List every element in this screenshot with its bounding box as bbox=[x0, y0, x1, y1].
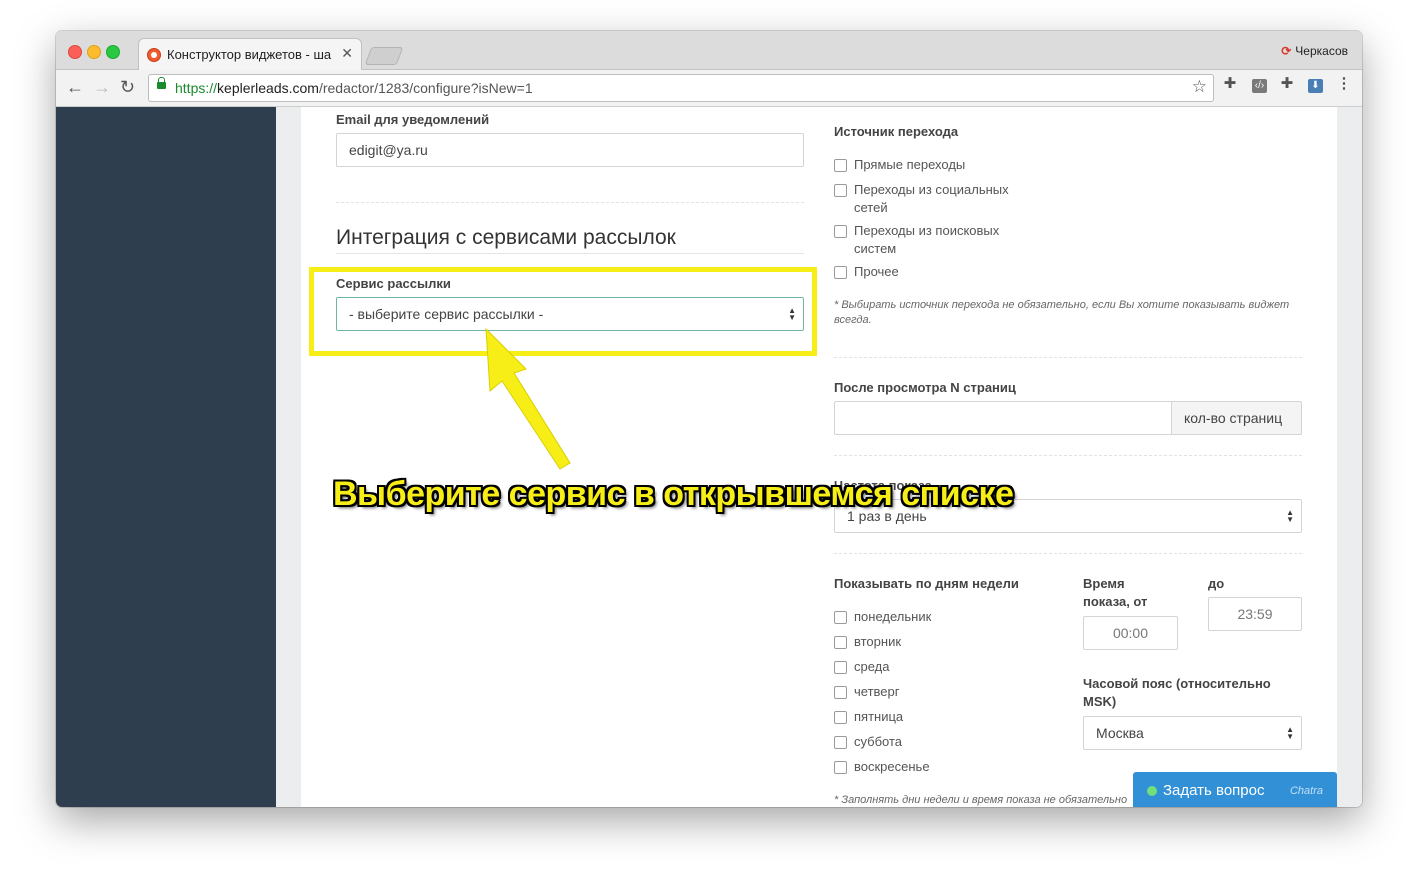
pages-addon: кол-во страниц bbox=[1171, 401, 1302, 435]
select-arrows-icon: ▲ ▼ bbox=[1286, 725, 1294, 741]
checkbox[interactable] bbox=[834, 225, 847, 238]
chat-brand: Chatra bbox=[1289, 785, 1323, 797]
email-label: Email для уведомлений bbox=[336, 112, 490, 127]
tab-bar: Конструктор виджетов - шаг ✕ ⟳ Черкасов bbox=[56, 31, 1362, 70]
days-hint: * Заполнять дни недели и время показа не… bbox=[834, 794, 1128, 806]
checkbox[interactable] bbox=[834, 661, 847, 674]
pages-input[interactable] bbox=[834, 401, 1172, 435]
new-tab-button[interactable] bbox=[364, 47, 404, 65]
app-sidebar bbox=[56, 107, 276, 807]
service-select-value: - выберите сервис рассылки - bbox=[349, 306, 544, 322]
checkbox[interactable] bbox=[834, 636, 847, 649]
forward-arrow-icon[interactable]: → bbox=[93, 77, 111, 98]
checkbox[interactable] bbox=[834, 159, 847, 172]
checkbox[interactable] bbox=[834, 761, 847, 774]
page-viewport: Email для уведомлений edigit@ya.ru Интег… bbox=[56, 107, 1362, 807]
browser-tab[interactable]: Конструктор виджетов - шаг ✕ bbox=[138, 38, 362, 70]
divider bbox=[336, 253, 804, 254]
pages-label: После просмотра N страниц bbox=[834, 380, 1016, 395]
address-bar[interactable]: https://keplerleads.com/redactor/1283/co… bbox=[148, 74, 1214, 102]
extension-puzzle-icon[interactable]: ✚ bbox=[1279, 76, 1295, 92]
chat-label: Задать вопрос bbox=[1163, 782, 1265, 799]
divider bbox=[834, 455, 1302, 456]
checkbox[interactable] bbox=[834, 266, 847, 279]
settings-panel: Email для уведомлений edigit@ya.ru Интег… bbox=[301, 107, 1337, 807]
url-text: https://keplerleads.com/redactor/1283/co… bbox=[175, 80, 533, 96]
menu-kebab-icon[interactable]: ⋮ bbox=[1336, 76, 1352, 92]
checkbox[interactable] bbox=[834, 611, 847, 624]
time-from-label: показа, от bbox=[1083, 594, 1148, 609]
divider bbox=[834, 553, 1302, 554]
select-arrows-icon: ▲ ▼ bbox=[788, 306, 796, 322]
extension-download-icon[interactable]: ⬇ bbox=[1308, 79, 1323, 93]
select-arrows-icon: ▲ ▼ bbox=[1286, 508, 1294, 524]
source-label: Источник перехода bbox=[834, 124, 959, 139]
browser-window: Конструктор виджетов - шаг ✕ ⟳ Черкасов ←… bbox=[56, 31, 1362, 807]
checkbox[interactable] bbox=[834, 184, 847, 197]
checkbox[interactable] bbox=[834, 686, 847, 699]
lock-icon bbox=[157, 77, 166, 89]
chat-button[interactable]: Задать вопрос Chatra bbox=[1133, 772, 1337, 807]
checkbox[interactable] bbox=[834, 736, 847, 749]
checkbox[interactable] bbox=[834, 711, 847, 724]
minimize-window-button[interactable] bbox=[87, 45, 101, 59]
integration-title: Интеграция с сервисами рассылок bbox=[336, 226, 676, 249]
reload-icon[interactable]: ↻ bbox=[120, 77, 135, 98]
tab-title: Конструктор виджетов - шаг bbox=[167, 47, 332, 62]
time-from-input[interactable]: 00:00 bbox=[1083, 616, 1178, 650]
back-arrow-icon[interactable]: ← bbox=[66, 77, 84, 98]
timezone-select-value: Москва bbox=[1096, 725, 1144, 741]
days-label: Показывать по дням недели bbox=[834, 576, 1019, 591]
source-hint: * Выбирать источник перехода не обязател… bbox=[834, 299, 1290, 326]
profile-icon: ⟳ bbox=[1281, 44, 1292, 58]
service-label: Сервис рассылки bbox=[336, 276, 451, 291]
timezone-label: Часовой пояс (относительно bbox=[1083, 676, 1271, 691]
site-favicon-icon bbox=[147, 48, 161, 62]
bookmark-star-icon[interactable]: ☆ bbox=[1192, 77, 1207, 97]
extension-code-icon[interactable]: ‹/› bbox=[1252, 79, 1267, 93]
time-from-label: Время bbox=[1083, 576, 1125, 591]
tab-close-icon[interactable]: ✕ bbox=[341, 45, 353, 62]
maximize-window-button[interactable] bbox=[106, 45, 120, 59]
time-to-label: до bbox=[1208, 576, 1225, 591]
close-window-button[interactable] bbox=[68, 45, 82, 59]
online-status-icon bbox=[1147, 786, 1157, 796]
timezone-label: MSK) bbox=[1083, 694, 1117, 709]
divider bbox=[336, 202, 804, 203]
email-input[interactable]: edigit@ya.ru bbox=[336, 133, 804, 167]
divider bbox=[834, 357, 1302, 358]
timezone-select[interactable]: Москва ▲ ▼ bbox=[1083, 716, 1302, 750]
service-select[interactable]: - выберите сервис рассылки - ▲ ▼ bbox=[336, 297, 804, 331]
profile-name: Черкасов bbox=[1295, 44, 1348, 58]
time-to-input[interactable]: 23:59 bbox=[1208, 597, 1302, 631]
browser-toolbar: ← → ↻ https://keplerleads.com/redactor/1… bbox=[56, 70, 1362, 107]
instruction-callout: Выберите сервис в открывшемся списке bbox=[333, 475, 1014, 513]
profile-button[interactable]: ⟳ Черкасов bbox=[1281, 44, 1348, 58]
extension-puzzle-icon[interactable]: ✚ bbox=[1222, 76, 1238, 92]
